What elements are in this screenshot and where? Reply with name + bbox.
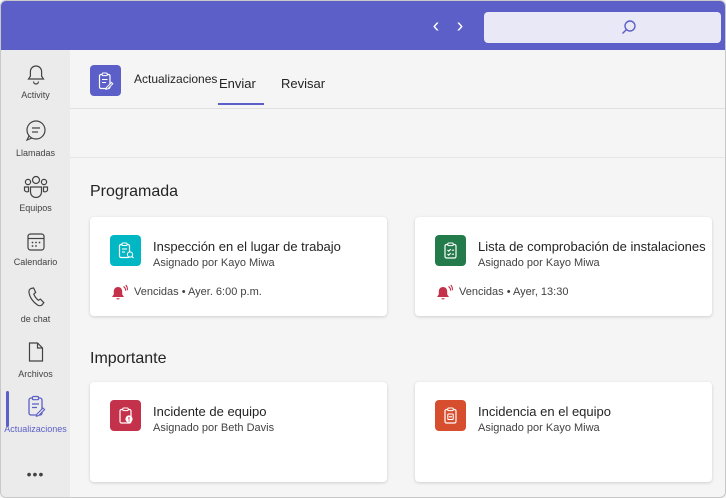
task-icon-tile [435,400,466,431]
app-logo [90,65,121,96]
rail-item-archivos[interactable]: Archivos [1,341,70,393]
rail-item-equipos[interactable]: Equipos [1,174,70,226]
card-assigned-by: Asignado por Kayo Miwa [478,422,600,434]
calendar-icon [26,233,45,251]
task-card[interactable]: Inspección en el lugar de trabajo Asigna… [90,217,387,316]
due-text: Vencidas • Ayer, 13:30 [459,286,569,298]
app-window: ‹ › Activity Llamadas Equipos Calendario… [0,0,726,498]
rail-label: Activity [21,90,50,100]
equipment-issue-icon [444,407,457,424]
rail-label: Actualizaciones [4,424,67,434]
rail-item-de-chat[interactable]: de chat [1,286,70,338]
task-card[interactable]: Incidente de equipo Asignado por Beth Da… [90,382,387,482]
rail-label: Calendario [13,257,58,267]
rail-label: Archivos [18,369,53,379]
chevron-right-icon[interactable]: › [452,15,468,37]
card-assigned-by: Asignado por Kayo Miwa [153,257,275,269]
checklist-icon [444,242,457,259]
inspection-icon [118,242,134,259]
card-title: Incidencia en el equipo [478,404,611,419]
overdue-alarm-icon [437,284,453,300]
teams-people-icon [23,175,48,198]
due-text: Vencidas • Ayer. 6:00 p.m. [134,286,262,298]
task-icon-tile [435,235,466,266]
tab-enviar[interactable]: Enviar [219,76,256,91]
card-title: Lista de comprobación de instalaciones [478,239,706,254]
chat-bubble-icon [25,120,46,142]
rail-label: de chat [20,314,51,324]
rail-item-actualizaciones[interactable]: Actualizaciones [1,395,70,447]
incident-icon [119,407,133,424]
phone-icon [27,287,45,307]
section-title-programada: Programada [90,183,179,200]
rail-item-calendario[interactable]: Calendario [1,232,70,284]
task-card[interactable]: Incidencia en el equipo Asignado por Kay… [415,382,712,482]
tab-revisar[interactable]: Revisar [281,76,325,91]
updates-clipboard-icon [27,395,45,417]
section-title-importante: Importante [90,350,167,367]
rail-item-llamadas[interactable]: Llamadas [1,119,70,171]
rail-label: Llamadas [15,148,56,158]
task-icon-tile [110,400,141,431]
card-title: Inspección en el lugar de trabajo [153,239,341,254]
card-assigned-by: Asignado por Beth Davis [153,422,275,434]
card-title: Incidente de equipo [153,404,267,419]
task-icon-tile [110,235,141,266]
title-bar: ‹ › [1,1,725,50]
card-assigned-by: Asignado por Kayo Miwa [478,257,600,269]
more-apps-icon[interactable]: ••• [1,466,70,482]
rail-item-activity[interactable]: Activity [1,64,70,116]
rail-label: Equipos [19,203,52,213]
app-rail: Activity Llamadas Equipos Calendario de … [1,50,70,497]
toolbar-band [70,109,725,158]
app-title: Actualizaciones [134,72,218,86]
app-header: Actualizaciones Enviar Revisar [70,50,725,109]
overdue-alarm-icon [112,284,128,300]
bell-icon [26,65,45,85]
active-tab-indicator [218,103,264,105]
file-icon [28,342,43,362]
search-icon [622,20,636,34]
chevron-left-icon[interactable]: ‹ [428,15,444,37]
updates-clipboard-icon [98,72,114,90]
search-box[interactable] [484,12,721,43]
task-card[interactable]: Lista de comprobación de instalaciones A… [415,217,712,316]
